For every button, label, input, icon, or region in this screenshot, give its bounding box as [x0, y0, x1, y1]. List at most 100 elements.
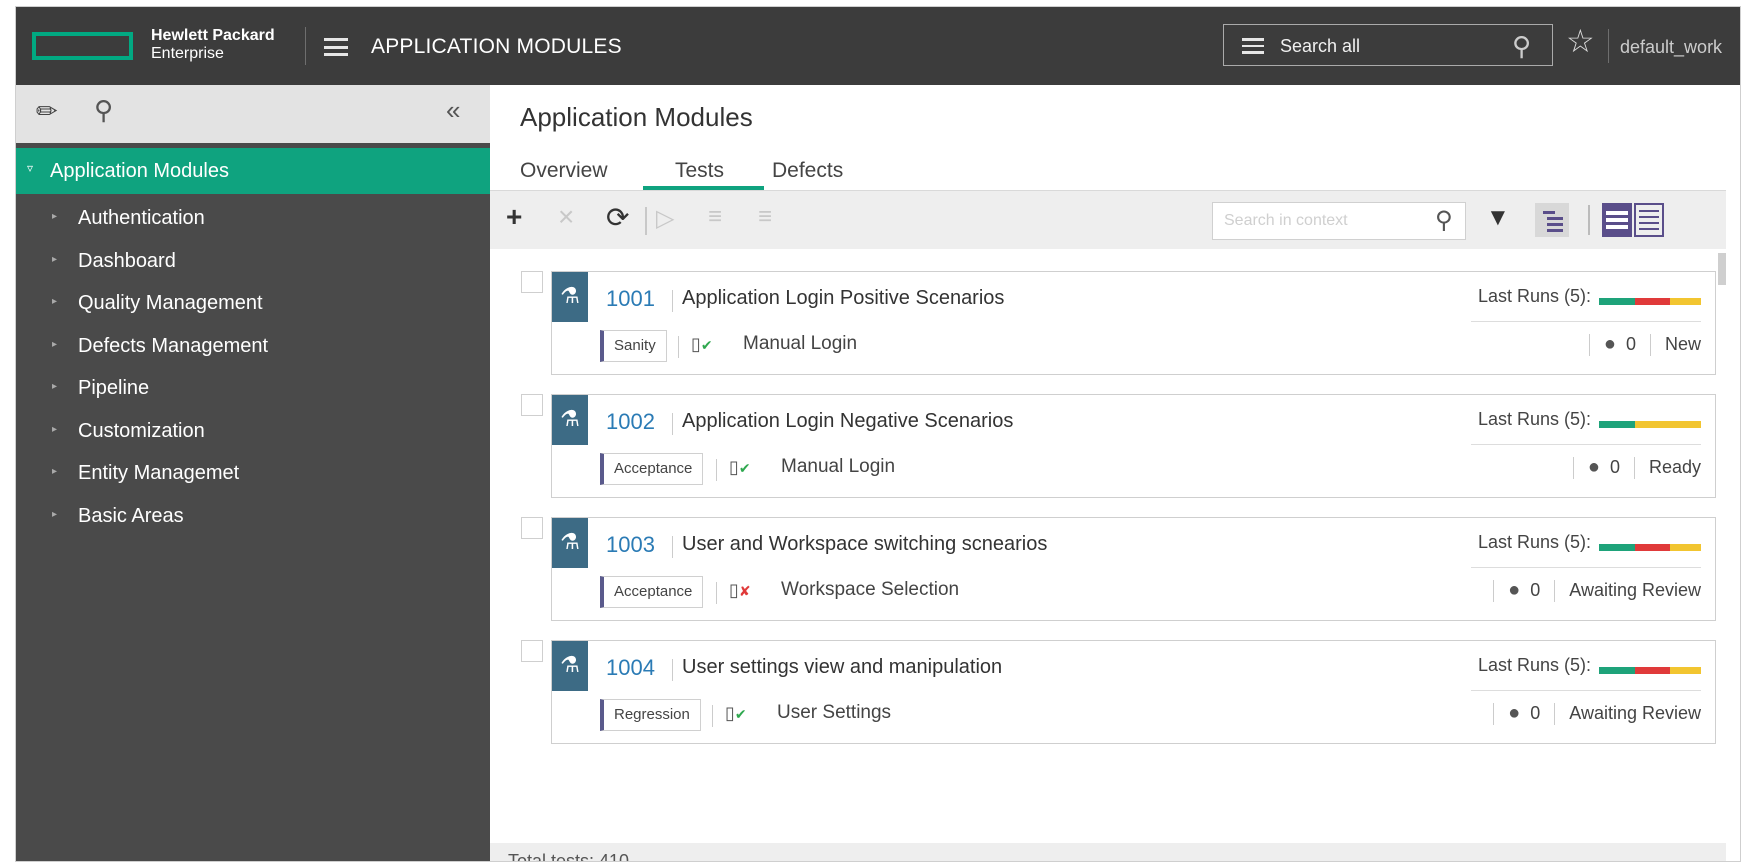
- expanded-triangle-icon[interactable]: ▿: [27, 161, 33, 175]
- test-id-link[interactable]: 1001: [606, 286, 655, 312]
- tag-divider: [716, 582, 717, 604]
- bulk-update-icon[interactable]: ≡: [708, 203, 722, 231]
- test-card-1003[interactable]: ⚗ 1003 User and Workspace switching scne…: [551, 517, 1716, 621]
- test-card-1002[interactable]: ⚗ 1002 Application Login Negative Scenar…: [551, 394, 1716, 498]
- tree-item-dashboard[interactable]: ▸ Dashboard: [16, 243, 490, 283]
- runbar-red: [1634, 298, 1671, 305]
- tree-item-basic-areas[interactable]: ▸ Basic Areas: [16, 498, 490, 538]
- favorite-star-icon[interactable]: ☆: [1566, 22, 1595, 60]
- tree-item-authentication[interactable]: ▸ Authentication: [16, 200, 490, 240]
- run-icon[interactable]: ▷: [656, 204, 674, 233]
- last-runs-bar[interactable]: [1599, 421, 1701, 428]
- collapsed-triangle-icon[interactable]: ▸: [52, 339, 57, 350]
- test-name[interactable]: User settings view and manipulation: [682, 656, 1002, 679]
- run-count: 0: [1609, 457, 1620, 477]
- sidebar-search-icon[interactable]: ⚲: [94, 95, 113, 126]
- global-search[interactable]: Search all ⚲: [1223, 24, 1553, 66]
- card-divider: [1471, 444, 1701, 445]
- row-checkbox[interactable]: [521, 517, 543, 539]
- test-id-link[interactable]: 1004: [606, 655, 655, 681]
- tab-overview[interactable]: Overview: [520, 159, 608, 183]
- runbar-green: [1599, 667, 1635, 674]
- context-search-icon[interactable]: ⚲: [1435, 206, 1453, 235]
- manual-test-failed-icon: ▯✘: [729, 580, 751, 600]
- main-panel: Application Modules Overview Tests Defec…: [490, 85, 1740, 861]
- test-status[interactable]: Ready: [1649, 457, 1701, 478]
- tree-item-customization[interactable]: ▸ Customization: [16, 413, 490, 453]
- card-footer: ● 0 New: [1575, 333, 1701, 356]
- global-search-label[interactable]: Search all: [1280, 36, 1360, 57]
- hpe-logo-icon: [32, 32, 133, 60]
- tree-item-pipeline[interactable]: ▸ Pipeline: [16, 370, 490, 410]
- footer-divider: [1554, 579, 1556, 602]
- last-runs-label: Last Runs (5):: [1477, 409, 1591, 429]
- id-divider: [672, 536, 673, 558]
- bulk-edit-icon[interactable]: ≡: [758, 203, 772, 231]
- workspace-selector[interactable]: default_work: [1620, 37, 1722, 58]
- toolbar-divider-2: [1588, 205, 1590, 235]
- collapse-sidebar-icon[interactable]: «: [446, 95, 460, 126]
- card-divider: [1471, 321, 1701, 322]
- last-runs-bar[interactable]: [1599, 544, 1701, 551]
- tree-item-entity-management[interactable]: ▸ Entity Managemet: [16, 455, 490, 495]
- card-footer: ● 0 Awaiting Review: [1479, 579, 1701, 602]
- scrollbar[interactable]: [1718, 253, 1726, 285]
- collapsed-triangle-icon[interactable]: ▸: [52, 509, 57, 520]
- application-module[interactable]: User Settings: [777, 702, 891, 724]
- manual-test-ok-icon: ▯✔: [725, 703, 747, 723]
- list-view-icon[interactable]: [1602, 203, 1632, 237]
- refresh-icon[interactable]: ⟳: [606, 201, 629, 234]
- collapsed-triangle-icon[interactable]: ▸: [52, 296, 57, 307]
- grid-view-icon[interactable]: [1634, 203, 1664, 237]
- edit-pencil-icon[interactable]: ✏: [36, 96, 58, 127]
- test-name[interactable]: Application Login Positive Scenarios: [682, 287, 1004, 310]
- tree-item-quality-management[interactable]: ▸ Quality Management: [16, 285, 490, 325]
- row-checkbox[interactable]: [521, 640, 543, 662]
- tree-item-label: Customization: [78, 420, 205, 442]
- collapsed-triangle-icon[interactable]: ▸: [52, 466, 57, 477]
- search-menu-icon[interactable]: [1242, 38, 1264, 54]
- test-flask-icon: ⚗: [552, 641, 588, 691]
- test-status[interactable]: New: [1665, 334, 1701, 355]
- tree-view-icon[interactable]: [1535, 203, 1569, 237]
- toolbar-divider: [645, 207, 647, 235]
- search-icon[interactable]: ⚲: [1512, 31, 1531, 62]
- tree-item-label: Application Modules: [50, 160, 229, 182]
- context-search-placeholder: Search in context: [1224, 212, 1348, 229]
- tree-item-defects-management[interactable]: ▸ Defects Management: [16, 328, 490, 368]
- add-icon[interactable]: +: [506, 201, 522, 233]
- tree-item-label: Pipeline: [78, 377, 150, 399]
- tree-item-label: Entity Managemet: [78, 462, 240, 484]
- filter-icon[interactable]: ▼: [1486, 204, 1510, 232]
- collapsed-triangle-icon[interactable]: ▸: [52, 424, 57, 435]
- tab-defects[interactable]: Defects: [772, 159, 843, 183]
- test-card-1001[interactable]: ⚗ 1001 Application Login Positive Scenar…: [551, 271, 1716, 375]
- last-runs-bar[interactable]: [1599, 298, 1701, 305]
- application-module[interactable]: Manual Login: [743, 333, 857, 355]
- footprint-icon: ●: [1508, 702, 1521, 724]
- run-count: 0: [1625, 334, 1636, 354]
- tab-tests[interactable]: Tests: [675, 159, 724, 183]
- test-status[interactable]: Awaiting Review: [1569, 703, 1701, 724]
- test-name[interactable]: User and Workspace switching scnearios: [682, 533, 1047, 556]
- row-checkbox[interactable]: [521, 271, 543, 293]
- delete-icon[interactable]: ×: [558, 201, 574, 233]
- last-runs-bar[interactable]: [1599, 667, 1701, 674]
- footer-divider: [1493, 702, 1495, 725]
- collapsed-triangle-icon[interactable]: ▸: [52, 254, 57, 265]
- tree-item-application-modules[interactable]: ▿ Application Modules: [16, 148, 490, 194]
- application-module[interactable]: Manual Login: [781, 456, 895, 478]
- test-name[interactable]: Application Login Negative Scenarios: [682, 410, 1013, 433]
- card-footer: ● 0 Ready: [1559, 456, 1701, 479]
- test-card-1004[interactable]: ⚗ 1004 User settings view and manipulati…: [551, 640, 1716, 744]
- test-id-link[interactable]: 1003: [606, 532, 655, 558]
- context-search-input[interactable]: Search in context ⚲: [1212, 202, 1466, 240]
- test-type-tag: Sanity: [600, 330, 667, 362]
- test-status[interactable]: Awaiting Review: [1569, 580, 1701, 601]
- collapsed-triangle-icon[interactable]: ▸: [52, 381, 57, 392]
- row-checkbox[interactable]: [521, 394, 543, 416]
- collapsed-triangle-icon[interactable]: ▸: [52, 211, 57, 222]
- main-menu-icon[interactable]: [324, 38, 348, 56]
- test-id-link[interactable]: 1002: [606, 409, 655, 435]
- application-module[interactable]: Workspace Selection: [781, 579, 959, 601]
